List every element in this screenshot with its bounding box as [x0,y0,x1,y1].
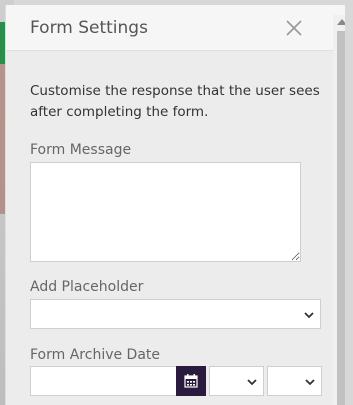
scroll-up-arrow-icon[interactable] [337,19,345,25]
archive-date-label: Form Archive Date [30,347,161,363]
form-settings-panel: Form Settings Customise the response tha… [5,5,345,405]
add-placeholder-select[interactable] [30,299,321,329]
archive-date-input[interactable] [30,366,176,396]
chevron-down-icon [305,379,315,386]
chevron-down-icon [304,312,314,319]
panel-scrollbar[interactable] [333,15,345,405]
panel-header: Form Settings [6,5,345,51]
panel-description: Customise the response that the user see… [30,83,320,120]
chevron-down-icon [247,379,257,386]
calendar-button[interactable] [176,366,206,396]
scroll-thumb[interactable] [337,31,345,405]
form-message-textarea[interactable] [30,162,301,262]
archive-hour-select[interactable] [209,366,264,396]
close-button[interactable] [284,18,304,38]
calendar-icon [184,374,198,388]
archive-minute-select[interactable] [267,366,322,396]
add-placeholder-label: Add Placeholder [30,279,144,295]
close-icon [286,20,302,36]
panel-title: Form Settings [30,18,148,38]
form-message-label: Form Message [30,142,132,158]
